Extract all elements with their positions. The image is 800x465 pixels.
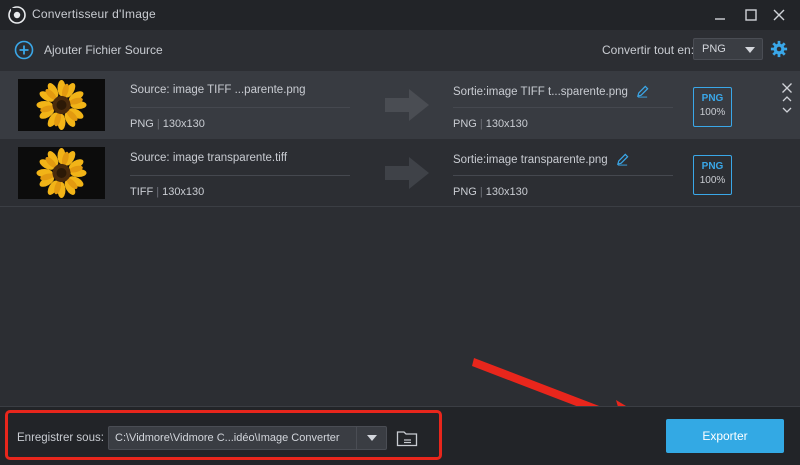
gear-icon[interactable] — [770, 40, 788, 58]
close-button[interactable] — [769, 5, 789, 25]
add-source-file-label: Ajouter Fichier Source — [44, 43, 163, 57]
app-logo-icon — [8, 6, 26, 24]
badge-format: PNG — [701, 93, 724, 104]
divider — [130, 175, 350, 176]
output-file-meta: PNG | 130x130 — [453, 118, 528, 130]
output-file-name-row: Sortie:image transparente.png — [453, 153, 629, 166]
source-format: PNG — [130, 118, 154, 130]
convert-all-label: Convertir tout en: — [602, 43, 695, 57]
title-bar: Convertisseur d'Image — [0, 0, 800, 30]
minimize-icon — [715, 18, 725, 20]
badge-format: PNG — [701, 161, 724, 172]
pencil-icon[interactable] — [616, 153, 629, 166]
source-format: TIFF — [130, 186, 154, 198]
pencil-icon[interactable] — [636, 85, 649, 98]
output-format-badge[interactable]: PNG 100% — [693, 155, 732, 195]
output-path-value: C:\Vidmore\Vidmore C...idéo\Image Conver… — [115, 432, 340, 444]
sunflower-image — [36, 148, 87, 198]
output-format: PNG — [453, 186, 477, 198]
bottom-bar: Enregistrer sous: C:\Vidmore\Vidmore C..… — [0, 406, 800, 465]
toolbar: Ajouter Fichier Source Convertir tout en… — [0, 30, 800, 70]
output-file-meta: PNG | 130x130 — [453, 186, 528, 198]
right-arrow-icon — [385, 157, 429, 189]
folder-icon[interactable] — [396, 429, 418, 447]
maximize-icon — [745, 9, 757, 21]
maximize-button[interactable] — [741, 5, 761, 25]
output-file-name: Sortie:image TIFF t...sparente.png — [453, 85, 628, 98]
divider — [453, 107, 673, 108]
convert-all-format-select[interactable]: PNG — [693, 38, 763, 60]
source-file-name: Source: image transparente.tiff — [130, 152, 288, 164]
file-thumbnail — [18, 79, 105, 131]
output-format-badge[interactable]: PNG 100% — [693, 87, 732, 127]
badge-quality: 100% — [699, 107, 726, 118]
output-file-name-row: Sortie:image TIFF t...sparente.png — [453, 85, 649, 98]
convert-all-format-value: PNG — [702, 43, 726, 55]
divider — [130, 107, 350, 108]
close-icon — [773, 9, 785, 21]
add-source-file-button[interactable]: Ajouter Fichier Source — [14, 40, 163, 60]
file-row[interactable]: Source: image transparente.tiff TIFF | 130… — [0, 139, 800, 207]
file-row[interactable]: Source: image TIFF ...parente.png PNG | 13… — [0, 71, 800, 139]
badge-quality: 100% — [699, 175, 726, 186]
output-size: 130x130 — [485, 186, 528, 198]
export-button[interactable]: Exporter — [666, 419, 784, 453]
output-format: PNG — [453, 118, 477, 130]
chevron-down-icon — [745, 47, 755, 53]
divider — [453, 175, 673, 176]
window-title: Convertisseur d'Image — [32, 7, 156, 21]
source-file-name: Source: image TIFF ...parente.png — [130, 84, 306, 96]
source-size: 130x130 — [162, 118, 205, 130]
chevron-down-icon[interactable] — [781, 104, 793, 116]
output-file-name: Sortie:image transparente.png — [453, 153, 608, 166]
sunflower-image — [36, 80, 87, 130]
file-thumbnail — [18, 147, 105, 199]
source-size: 130x130 — [162, 186, 205, 198]
save-to-label: Enregistrer sous: — [17, 432, 104, 444]
output-size: 130x130 — [485, 118, 528, 130]
output-path-dropdown[interactable] — [356, 427, 387, 449]
source-file-meta: PNG | 130x130 — [130, 118, 205, 130]
chevron-down-icon — [367, 435, 377, 441]
minimize-button[interactable] — [710, 5, 730, 25]
output-path-field[interactable]: C:\Vidmore\Vidmore C...idéo\Image Conver… — [108, 426, 387, 450]
right-arrow-icon — [385, 89, 429, 121]
source-file-meta: TIFF | 130x130 — [130, 186, 205, 198]
plus-circle-icon — [14, 40, 34, 60]
